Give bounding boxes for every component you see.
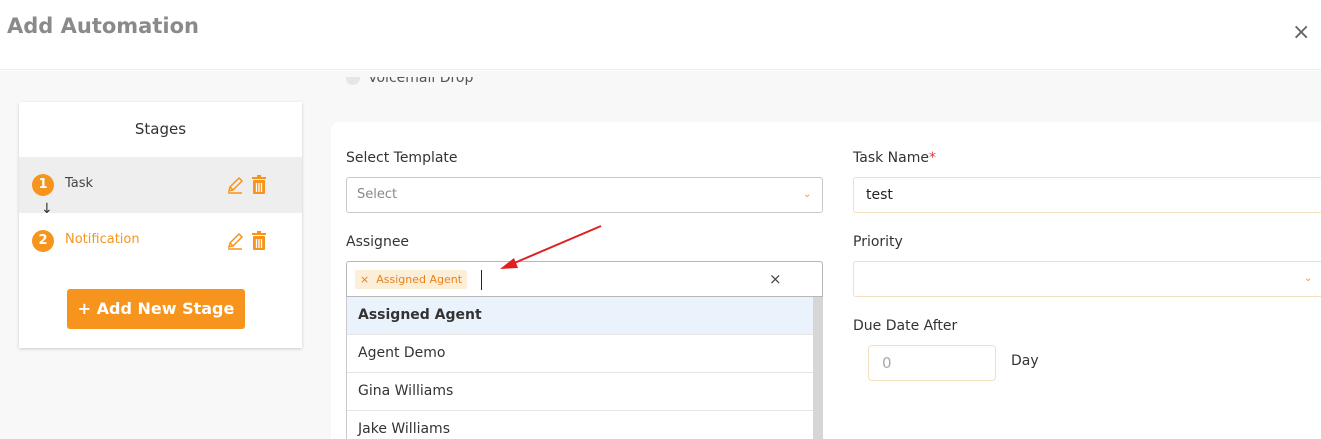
modal-header: Add Automation × — [0, 0, 1321, 70]
stage-label: Task — [65, 176, 94, 191]
text-cursor — [481, 270, 482, 290]
select-template-dropdown[interactable]: Select ⌄ — [346, 177, 823, 213]
task-name-label: Task Name* — [853, 150, 936, 166]
stage-item-task[interactable]: 1 Task ↓ — [19, 157, 302, 216]
assignee-tag-label: Assigned Agent — [376, 273, 463, 286]
priority-dropdown[interactable]: ⌄ — [853, 261, 1321, 297]
due-date-input[interactable]: 0 — [868, 345, 996, 381]
stage-number-badge: 2 — [32, 230, 54, 252]
add-new-stage-button[interactable]: + Add New Stage — [67, 289, 245, 329]
task-name-value: test — [866, 187, 893, 203]
trash-icon[interactable] — [250, 175, 268, 195]
voicemail-label: Voicemail Drop — [368, 77, 474, 86]
select-template-placeholder: Select — [357, 187, 398, 202]
due-date-unit: Day — [1011, 353, 1039, 369]
task-name-input[interactable]: test — [853, 177, 1321, 213]
voicemail-option[interactable]: Voicemail Drop — [346, 77, 473, 95]
pencil-icon[interactable] — [226, 175, 244, 195]
stage-number-badge: 1 — [32, 174, 54, 196]
due-date-label: Due Date After — [853, 318, 958, 334]
list-item[interactable]: Jake Williams — [347, 411, 813, 439]
dropdown-scrollbar[interactable] — [813, 297, 823, 439]
assignee-select[interactable]: × Assigned Agent × — [346, 261, 823, 297]
voicemail-radio[interactable] — [346, 77, 360, 85]
chevron-down-icon: ⌄ — [803, 189, 812, 200]
required-marker: * — [928, 150, 936, 166]
priority-label: Priority — [853, 234, 903, 250]
stages-title: Stages — [134, 120, 187, 138]
assignee-label: Assignee — [346, 234, 410, 250]
stage-item-notification[interactable]: 2 Notification — [19, 213, 302, 269]
clear-selection-icon[interactable]: × — [769, 270, 782, 288]
list-item[interactable]: Assigned Agent — [347, 297, 813, 335]
select-template-label: Select Template — [346, 150, 458, 166]
modal-title: Add Automation — [7, 14, 199, 38]
pencil-icon[interactable] — [226, 231, 244, 251]
list-item[interactable]: Gina Williams — [347, 373, 813, 411]
due-date-placeholder: 0 — [882, 354, 892, 372]
list-item[interactable]: Agent Demo — [347, 335, 813, 373]
chevron-down-icon: ⌄ — [1304, 273, 1313, 284]
assignee-tag: × Assigned Agent — [355, 270, 468, 289]
tag-remove-icon[interactable]: × — [360, 273, 369, 286]
stage-label: Notification — [65, 232, 140, 247]
stages-panel: Stages 1 Task ↓ 2 Notification + Add New… — [19, 102, 302, 348]
assignee-options-list: Assigned Agent Agent Demo Gina Williams … — [346, 297, 823, 439]
close-icon[interactable]: × — [1292, 20, 1310, 46]
trash-icon[interactable] — [250, 231, 268, 251]
